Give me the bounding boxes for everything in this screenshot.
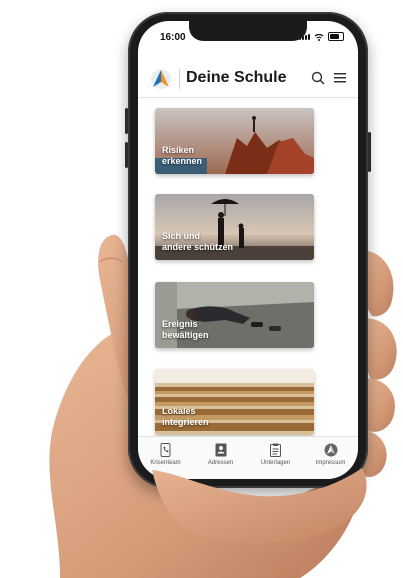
notch <box>189 21 307 41</box>
hand-front-fingers <box>152 468 367 544</box>
